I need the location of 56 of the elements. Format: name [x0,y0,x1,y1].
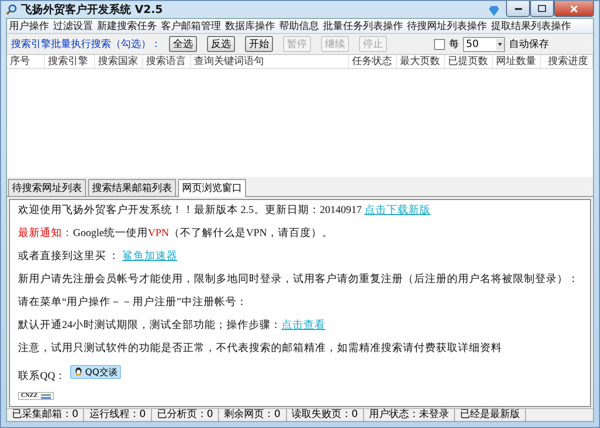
column-header[interactable]: 网址数量 [493,55,541,68]
notice-text: 注意，试用只测试软件的功能是否正常，不代表搜索的邮箱精准，如需精准搜索请付费获取详细资料 [18,342,502,356]
menu-item[interactable]: 用户操作 [7,19,51,33]
tab[interactable]: 搜索结果邮箱列表 [88,179,176,196]
penguin-icon [74,367,84,377]
column-header[interactable]: 搜索引擎 [45,55,95,68]
notice-text: 请在菜单“用户操作－－用户注册”中注册帐号： [18,296,248,310]
notice-text: 欢迎使用飞扬外贸客户开发系统！！最新版本 2.5。更新日期：20140917 点击下载新版 [18,204,430,218]
column-header[interactable]: 搜索进度 [541,55,593,68]
tab[interactable]: 网页浏览窗口 [178,179,246,197]
interval-select[interactable]: 50 [463,36,505,52]
contact-label: 联系QQ： [18,369,66,383]
menu-item[interactable]: 提取结果列表操作 [489,19,573,33]
close-icon [570,4,578,12]
status-field: 运行线程：0 [84,409,152,421]
toolbar-button[interactable]: 全选 [169,36,197,52]
magnifier-icon [6,4,17,15]
column-header[interactable]: 已提页数 [445,55,493,68]
menu-item[interactable]: 数据库操作 [223,19,277,33]
column-header[interactable]: 查询关键词语句 [191,55,349,68]
menu-item[interactable]: 帮助信息 [277,19,321,33]
minimize-button[interactable] [506,1,530,17]
autosave-prefix: 每 [449,38,459,51]
autosave-checkbox[interactable] [434,38,445,50]
menu-item[interactable]: 批量任务列表操作 [321,19,405,33]
column-header[interactable]: 搜索国家 [95,55,143,68]
status-field: 用户状态：未登录 [364,409,455,421]
minimize-icon [514,7,522,10]
status-field: 已分析页：0 [152,409,220,421]
column-header[interactable]: 最大页数 [397,55,445,68]
status-field: 读取失败页：0 [286,409,364,421]
caret-icon [496,38,504,50]
menu-item[interactable]: 待搜网址列表操作 [405,19,489,33]
column-header[interactable]: 任务状态 [349,55,397,68]
status-field: 已采集邮箱：0 [7,409,84,421]
column-header[interactable]: 序号 [7,55,45,68]
status-field: 已经是最新版 [454,409,526,421]
window-title: 飞扬外贸客户开发系统 V2.5 [21,2,163,17]
notice-text: 新用户请先注册会员帐号才能使用，限制多地同时登录，试用客户请勿重复注册（后注册的用户名将被限制登录）： [18,273,579,287]
qq-chat-button[interactable]: QQ交谈 [70,365,122,379]
autosave-label: 自动保存 [509,38,549,51]
tab[interactable]: 待搜索网址列表 [8,179,86,196]
menu-item[interactable]: 客户邮箱管理 [159,19,223,33]
maximize-icon [538,5,546,12]
status-field: 剩余网页：0 [219,409,286,421]
menu-item[interactable]: 过滤设置 [51,19,95,33]
toolbar-label: 搜索引擎批量执行搜索（勾选）： [11,38,161,51]
notice-text: 或者直接到这里买 ： 鲨鱼加速器 [18,250,178,264]
toolbar-button[interactable]: 开始 [245,36,273,52]
column-header[interactable]: 搜索语言 [143,55,191,68]
toolbar-button[interactable]: 反选 [207,36,235,52]
menu-item[interactable]: 新建搜索任务 [95,19,159,33]
notice-text: 默认开通24小时测试期限，测试全部功能；操作步骤：点击查看 [18,319,326,333]
close-button[interactable] [554,1,594,17]
notice-text: 最新通知：Google统一使用VPN（不了解什么是VPN，请百度）。 [18,227,333,241]
maximize-button[interactable] [530,1,554,17]
